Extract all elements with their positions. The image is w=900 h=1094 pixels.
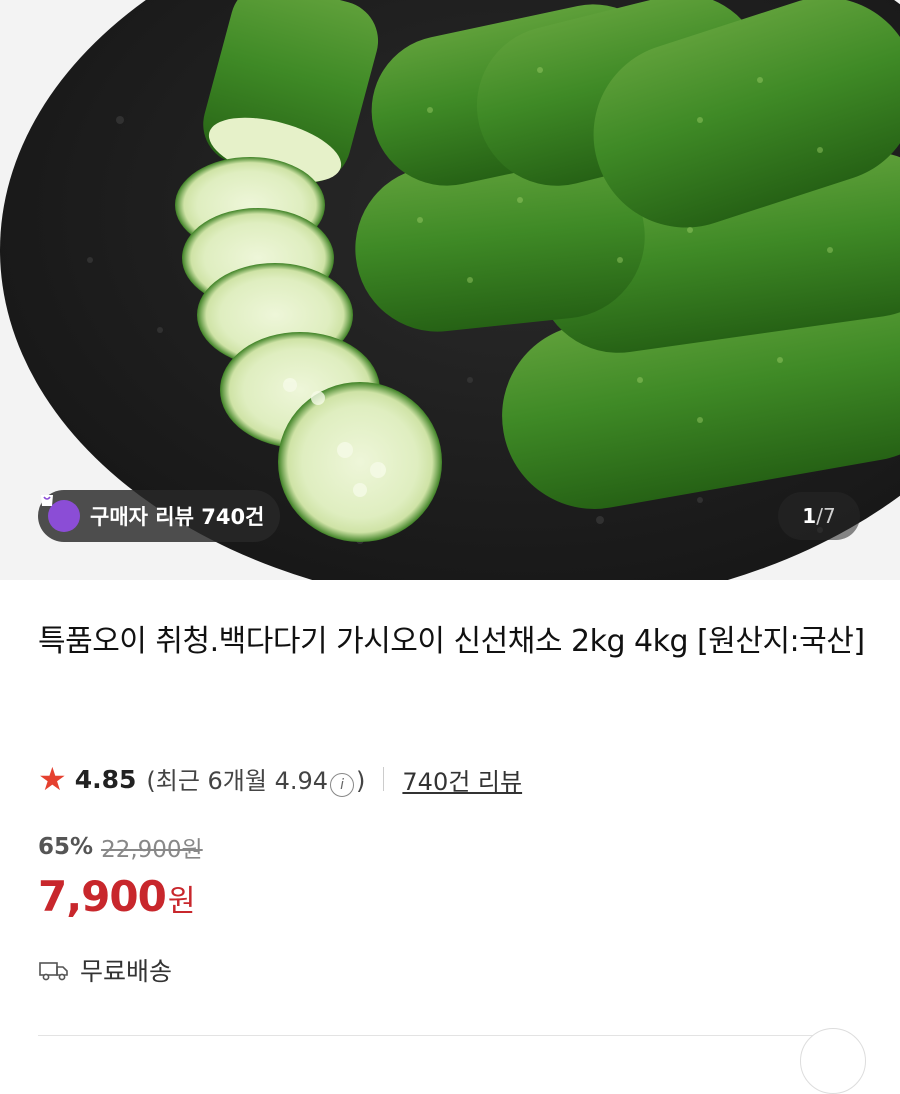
price-row: 7,900 원 [38, 872, 195, 921]
sale-price: 7,900 [38, 872, 167, 921]
recent-rating-text: (최근 6개월 4.94 [146, 767, 329, 795]
rating-score: 4.85 [74, 764, 137, 794]
page-current: 1 [802, 504, 817, 528]
star-icon: ★ [38, 760, 67, 798]
recent-rating-close: ) [356, 767, 366, 795]
divider [383, 767, 385, 791]
original-price: 22,900원 [101, 837, 203, 863]
price-unit: 원 [167, 884, 196, 919]
buyer-review-badge[interactable]: 구매자 리뷰 740건 [38, 490, 281, 542]
shopping-bag-icon [41, 495, 80, 532]
info-icon[interactable]: i [330, 773, 355, 797]
section-divider [38, 1035, 838, 1036]
product-info: 특품오이 취청.백다다기 가시오이 신선채소 2kg 4kg [원산지:국산] [38, 618, 868, 666]
truck-icon [39, 962, 68, 981]
rating-row: ★ 4.85 (최근 6개월 4.94 i) 740건 리뷰 [38, 757, 522, 801]
page-total: /7 [816, 504, 836, 528]
product-image-carousel[interactable]: 구매자 리뷰 740건 1 /7 [0, 0, 900, 580]
discount-row: 65% 22,900원 [38, 830, 203, 864]
delivery-row: 무료배송 [38, 952, 172, 988]
delivery-label: 무료배송 [80, 957, 173, 986]
product-title: 특품오이 취청.백다다기 가시오이 신선채소 2kg 4kg [원산지:국산] [38, 624, 865, 659]
buyer-review-label: 구매자 리뷰 740건 [90, 505, 265, 529]
review-count-link[interactable]: 740건 리뷰 [402, 762, 522, 797]
image-page-indicator: 1 /7 [778, 492, 860, 540]
floating-button[interactable] [800, 1028, 866, 1094]
recent-rating: (최근 6개월 4.94 i) [146, 761, 365, 797]
discount-rate: 65% [38, 834, 94, 860]
